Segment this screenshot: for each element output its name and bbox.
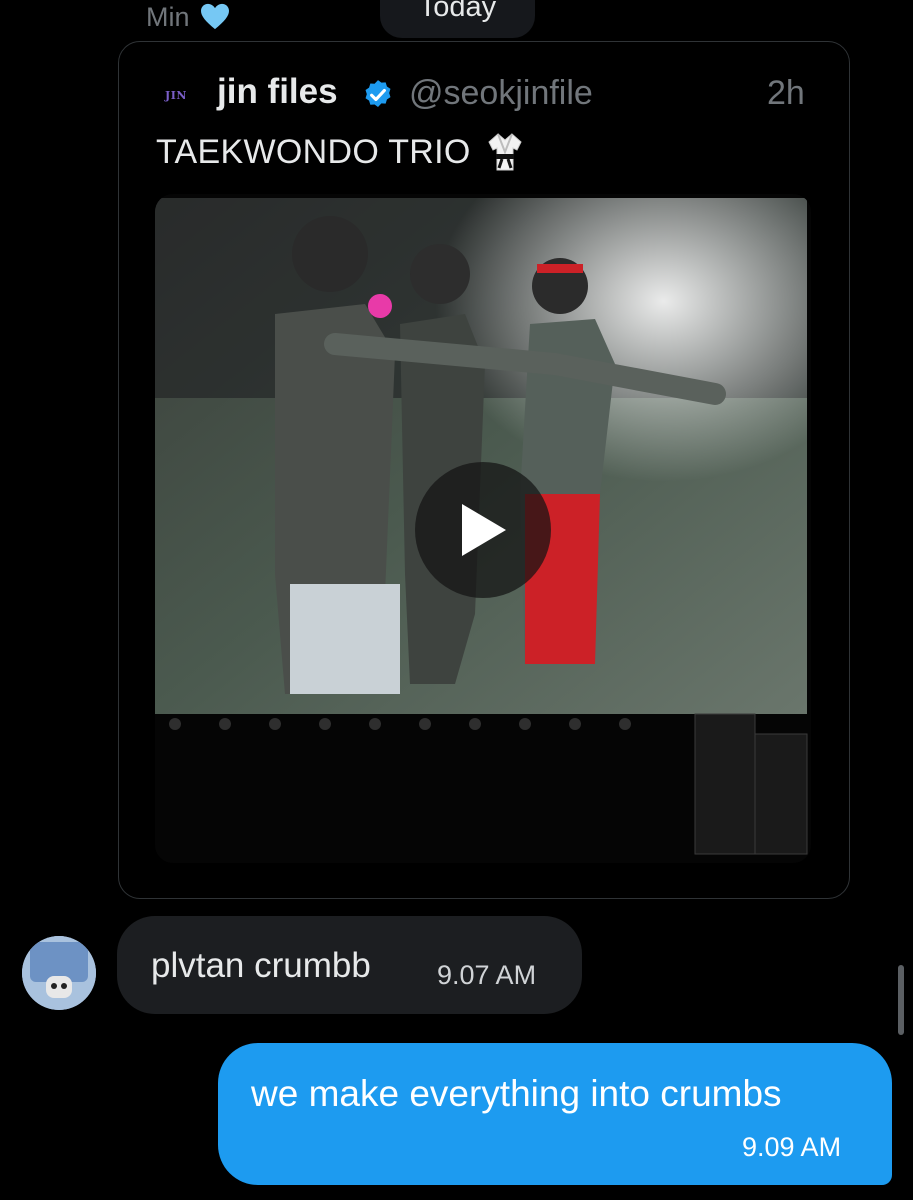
play-icon bbox=[462, 504, 506, 556]
incoming-message-time: 9.07 AM bbox=[437, 960, 537, 990]
outgoing-message-time: 9.09 AM bbox=[742, 1132, 842, 1162]
sender-avatar[interactable] bbox=[22, 936, 96, 1010]
tweet-timestamp[interactable]: 2h bbox=[767, 74, 805, 113]
incoming-message-bubble[interactable]: plvtan crumbb 9.07 AM bbox=[117, 916, 582, 1014]
light-blue-heart-icon bbox=[200, 3, 229, 30]
tweet-author-handle[interactable]: @seokjinfile bbox=[409, 74, 593, 113]
outgoing-message-bubble[interactable]: we make everything into crumbs 9.09 AM bbox=[218, 1043, 892, 1185]
incoming-message-text: plvtan crumbb bbox=[151, 946, 371, 985]
verified-badge-icon bbox=[365, 80, 391, 108]
date-divider: Today bbox=[380, 0, 535, 38]
avatar-image bbox=[22, 936, 96, 1010]
tweet-author-avatar[interactable]: JIN bbox=[156, 78, 196, 112]
tweet-text-content: TAEKWONDO TRIO bbox=[156, 132, 471, 171]
tweet-author-name[interactable]: jin files bbox=[217, 72, 338, 112]
outgoing-message-text: we make everything into crumbs bbox=[251, 1073, 782, 1114]
martial-arts-uniform-icon bbox=[488, 133, 522, 171]
video-play-button[interactable] bbox=[415, 462, 551, 598]
conversation-header: Min bbox=[146, 0, 230, 34]
tweet-text: TAEKWONDO TRIO bbox=[156, 130, 525, 174]
scrollbar[interactable] bbox=[898, 965, 904, 1035]
contact-name: Min bbox=[146, 1, 190, 32]
